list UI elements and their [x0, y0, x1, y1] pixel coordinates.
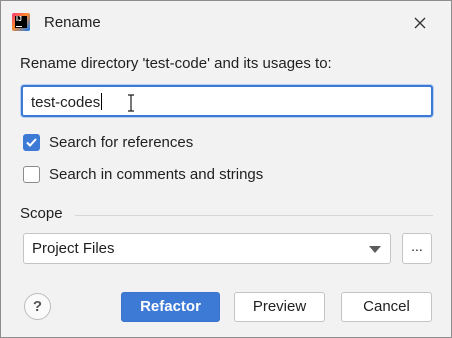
text-caret	[101, 93, 103, 110]
new-name-value: test-codes	[31, 93, 103, 111]
scope-more-button[interactable]: ...	[402, 233, 432, 264]
new-name-input[interactable]: test-codes	[21, 85, 433, 117]
dialog-title: Rename	[44, 14, 101, 31]
scope-select[interactable]: Project Files	[23, 233, 391, 264]
search-comments-label: Search in comments and strings	[49, 166, 264, 183]
search-references-checkbox[interactable]	[23, 134, 40, 151]
preview-button[interactable]: Preview	[234, 292, 325, 322]
title-bar: IJ Rename	[1, 1, 451, 43]
intellij-app-icon: IJ	[12, 13, 30, 31]
cancel-button[interactable]: Cancel	[341, 292, 432, 322]
close-icon	[414, 17, 426, 29]
help-icon: ?	[32, 298, 43, 315]
scope-divider	[75, 215, 433, 216]
scope-selected-value: Project Files	[32, 240, 115, 257]
chevron-down-icon	[369, 246, 381, 253]
checkmark-icon	[26, 138, 37, 147]
help-button[interactable]: ?	[24, 293, 51, 320]
close-button[interactable]	[406, 9, 434, 37]
rename-dialog: IJ Rename Rename directory 'test-code' a…	[0, 0, 452, 338]
rename-prompt: Rename directory 'test-code' and its usa…	[20, 55, 332, 72]
search-references-label: Search for references	[49, 134, 194, 151]
search-comments-checkbox[interactable]	[23, 166, 40, 183]
scope-heading: Scope	[20, 205, 63, 222]
refactor-button[interactable]: Refactor	[121, 292, 220, 322]
text-cursor-icon	[128, 94, 134, 112]
